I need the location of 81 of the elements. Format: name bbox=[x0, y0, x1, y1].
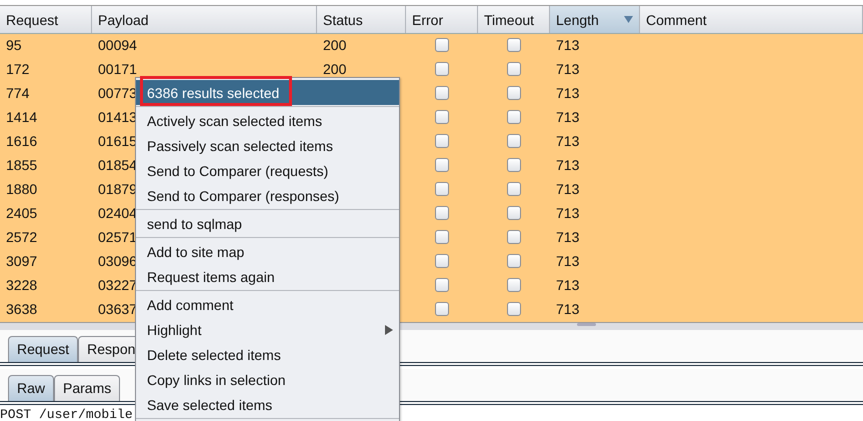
menu-item[interactable]: Send to Comparer (requests) bbox=[136, 158, 399, 183]
tab[interactable]: Request bbox=[8, 336, 78, 362]
table-cell: 2572 bbox=[6, 228, 38, 244]
table-cell: 03227 bbox=[98, 276, 137, 292]
checkbox[interactable] bbox=[507, 206, 521, 220]
table-cell: 713 bbox=[556, 228, 580, 244]
table-cell: 3638 bbox=[6, 300, 38, 316]
menu-item[interactable]: Send to Comparer (responses) bbox=[136, 183, 399, 208]
table-cell: 713 bbox=[556, 300, 580, 316]
table-cell: 774 bbox=[6, 84, 30, 100]
tab[interactable]: Params bbox=[54, 375, 120, 401]
checkbox[interactable] bbox=[507, 302, 521, 316]
column-header[interactable]: Comment bbox=[640, 6, 863, 33]
menu-item[interactable]: Copy links in selection bbox=[136, 367, 399, 392]
table-cell: 03637 bbox=[98, 300, 137, 316]
request-text-line: POST /user/mobile bbox=[0, 407, 134, 421]
column-header[interactable]: Status bbox=[317, 6, 406, 33]
table-cell: 713 bbox=[556, 204, 580, 220]
table-cell: 1880 bbox=[6, 180, 38, 196]
column-header[interactable]: Length bbox=[550, 6, 640, 33]
checkbox[interactable] bbox=[435, 254, 449, 268]
column-header[interactable]: Payload bbox=[92, 6, 317, 33]
checkbox[interactable] bbox=[435, 230, 449, 244]
checkbox[interactable] bbox=[507, 86, 521, 100]
table-cell: 02404 bbox=[98, 204, 137, 220]
menu-item[interactable]: Add to site map bbox=[136, 239, 399, 264]
table-cell: 3097 bbox=[6, 252, 38, 268]
table-cell: 00171 bbox=[98, 60, 137, 76]
checkbox[interactable] bbox=[507, 38, 521, 52]
checkbox[interactable] bbox=[507, 110, 521, 124]
checkbox[interactable] bbox=[507, 134, 521, 148]
column-header[interactable]: Request bbox=[0, 6, 92, 33]
table-cell: 01854 bbox=[98, 156, 137, 172]
menu-item[interactable]: Save selected items bbox=[136, 392, 399, 417]
table-cell: 200 bbox=[323, 60, 346, 76]
checkbox[interactable] bbox=[435, 302, 449, 316]
table-cell: 713 bbox=[556, 156, 580, 172]
table-cell: 713 bbox=[556, 132, 580, 148]
checkbox[interactable] bbox=[507, 182, 521, 196]
menu-item[interactable]: Add comment bbox=[136, 292, 399, 317]
table-cell: 200 bbox=[323, 36, 346, 52]
table-cell: 172 bbox=[6, 60, 30, 76]
menu-item[interactable]: Request items again bbox=[136, 264, 399, 289]
checkbox[interactable] bbox=[435, 182, 449, 196]
table-cell: 2405 bbox=[6, 204, 38, 220]
table-cell: 02571 bbox=[98, 228, 137, 244]
table-cell: 3228 bbox=[6, 276, 38, 292]
checkbox[interactable] bbox=[435, 62, 449, 76]
sort-arrow-icon bbox=[624, 16, 633, 23]
table-cell: 713 bbox=[556, 36, 580, 52]
table-cell: 1414 bbox=[6, 108, 38, 124]
table-cell: 713 bbox=[556, 108, 580, 124]
column-header[interactable]: Error bbox=[406, 6, 478, 33]
menu-item[interactable]: send to sqlmap bbox=[136, 211, 399, 236]
checkbox[interactable] bbox=[507, 158, 521, 172]
checkbox[interactable] bbox=[435, 86, 449, 100]
menu-item[interactable]: Actively scan selected items bbox=[136, 108, 399, 133]
checkbox[interactable] bbox=[435, 206, 449, 220]
table-cell: 1855 bbox=[6, 156, 38, 172]
table-cell: 03096 bbox=[98, 252, 137, 268]
checkbox[interactable] bbox=[507, 278, 521, 292]
checkbox[interactable] bbox=[507, 62, 521, 76]
checkbox[interactable] bbox=[435, 134, 449, 148]
table-cell: 1616 bbox=[6, 132, 38, 148]
table-cell: 713 bbox=[556, 276, 580, 292]
table-cell: 01615 bbox=[98, 132, 137, 148]
checkbox[interactable] bbox=[435, 278, 449, 292]
table-cell: 713 bbox=[556, 84, 580, 100]
checkbox[interactable] bbox=[507, 230, 521, 244]
splitter-grip[interactable] bbox=[577, 323, 596, 326]
table-cell: 95 bbox=[6, 36, 22, 52]
checkbox[interactable] bbox=[435, 110, 449, 124]
menu-item[interactable]: Passively scan selected items bbox=[136, 133, 399, 158]
checkbox[interactable] bbox=[507, 254, 521, 268]
table-cell: 00094 bbox=[98, 36, 137, 52]
checkbox[interactable] bbox=[435, 158, 449, 172]
tab[interactable]: Raw bbox=[8, 375, 54, 401]
table-cell: 713 bbox=[556, 60, 580, 76]
table-cell: 713 bbox=[556, 180, 580, 196]
table-cell: 713 bbox=[556, 252, 580, 268]
checkbox[interactable] bbox=[435, 38, 449, 52]
